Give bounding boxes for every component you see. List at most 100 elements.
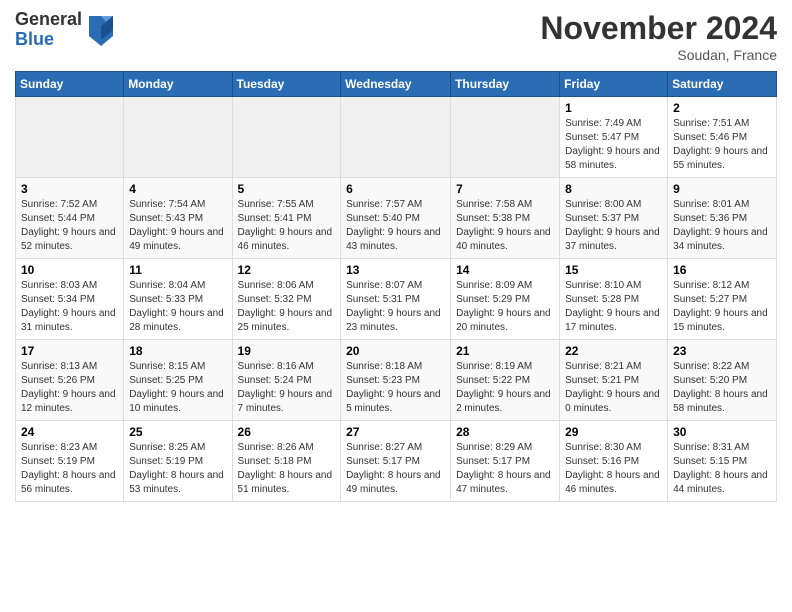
calendar-body: 1Sunrise: 7:49 AM Sunset: 5:47 PM Daylig…: [16, 97, 777, 502]
day-number: 17: [21, 344, 118, 358]
day-info: Sunrise: 8:21 AM Sunset: 5:21 PM Dayligh…: [565, 360, 662, 416]
logo-general: General: [15, 10, 82, 30]
col-friday: Friday: [560, 72, 668, 97]
calendar-cell: 23 Sunrise: 8:22 AM Sunset: 5:20 PM Dayli…: [668, 340, 777, 421]
col-wednesday: Wednesday: [341, 72, 451, 97]
page-header: General Blue November 2024 Soudan, Franc…: [15, 10, 777, 63]
calendar-cell: 15 Sunrise: 8:10 AM Sunset: 5:28 PM Dayli…: [560, 259, 668, 340]
calendar-cell: [16, 97, 124, 178]
logo: General Blue: [15, 10, 117, 50]
day-info: Sunrise: 7:51 AM Sunset: 5:46 PM Dayligh…: [673, 117, 771, 173]
day-info: Sunrise: 8:18 AM Sunset: 5:23 PM Dayligh…: [346, 360, 445, 416]
day-number: 22: [565, 344, 662, 358]
calendar-table: Sunday Monday Tuesday Wednesday Thursday…: [15, 71, 777, 502]
calendar-cell: 4Sunrise: 7:54 AM Sunset: 5:43 PM Daylig…: [124, 178, 232, 259]
col-thursday: Thursday: [451, 72, 560, 97]
day-number: 10: [21, 263, 118, 277]
calendar-cell: 1Sunrise: 7:49 AM Sunset: 5:47 PM Daylig…: [560, 97, 668, 178]
day-info: Sunrise: 7:57 AM Sunset: 5:40 PM Dayligh…: [346, 198, 445, 254]
day-number: 27: [346, 425, 445, 439]
day-number: 30: [673, 425, 771, 439]
day-info: Sunrise: 8:10 AM Sunset: 5:28 PM Dayligh…: [565, 279, 662, 335]
calendar-cell: 11 Sunrise: 8:04 AM Sunset: 5:33 PM Dayli…: [124, 259, 232, 340]
day-info: Sunrise: 8:04 AM Sunset: 5:33 PM Dayligh…: [129, 279, 226, 335]
calendar-cell: 10 Sunrise: 8:03 AM Sunset: 5:34 PM Dayli…: [16, 259, 124, 340]
calendar-cell: 20Sunrise: 8:18 AM Sunset: 5:23 PM Dayli…: [341, 340, 451, 421]
day-number: 13: [346, 263, 445, 277]
calendar-cell: 24 Sunrise: 8:23 AM Sunset: 5:19 PM Dayli…: [16, 421, 124, 502]
calendar-cell: 25 Sunrise: 8:25 AM Sunset: 5:19 PM Dayli…: [124, 421, 232, 502]
col-tuesday: Tuesday: [232, 72, 341, 97]
day-info: Sunrise: 8:25 AM Sunset: 5:19 PM Dayligh…: [129, 441, 226, 497]
location: Soudan, France: [540, 47, 777, 63]
calendar-week-1: 1Sunrise: 7:49 AM Sunset: 5:47 PM Daylig…: [16, 97, 777, 178]
calendar-cell: 16 Sunrise: 8:12 AM Sunset: 5:27 PM Dayli…: [668, 259, 777, 340]
calendar-cell: 9 Sunrise: 8:01 AM Sunset: 5:36 PM Daylig…: [668, 178, 777, 259]
calendar-cell: 13 Sunrise: 8:07 AM Sunset: 5:31 PM Dayli…: [341, 259, 451, 340]
day-info: Sunrise: 8:06 AM Sunset: 5:32 PM Dayligh…: [238, 279, 336, 335]
day-info: Sunrise: 8:12 AM Sunset: 5:27 PM Dayligh…: [673, 279, 771, 335]
calendar-cell: 21 Sunrise: 8:19 AM Sunset: 5:22 PM Dayli…: [451, 340, 560, 421]
day-info: Sunrise: 8:07 AM Sunset: 5:31 PM Dayligh…: [346, 279, 445, 335]
day-number: 5: [238, 182, 336, 196]
calendar-cell: 19Sunrise: 8:16 AM Sunset: 5:24 PM Dayli…: [232, 340, 341, 421]
day-info: Sunrise: 8:19 AM Sunset: 5:22 PM Dayligh…: [456, 360, 554, 416]
month-title: November 2024: [540, 10, 777, 47]
day-number: 2: [673, 101, 771, 115]
day-number: 26: [238, 425, 336, 439]
calendar-week-5: 24 Sunrise: 8:23 AM Sunset: 5:19 PM Dayli…: [16, 421, 777, 502]
calendar-cell: 28 Sunrise: 8:29 AM Sunset: 5:17 PM Dayli…: [451, 421, 560, 502]
calendar-cell: 17 Sunrise: 8:13 AM Sunset: 5:26 PM Dayli…: [16, 340, 124, 421]
day-info: Sunrise: 7:52 AM Sunset: 5:44 PM Dayligh…: [21, 198, 118, 254]
day-info: Sunrise: 8:27 AM Sunset: 5:17 PM Dayligh…: [346, 441, 445, 497]
day-number: 12: [238, 263, 336, 277]
day-number: 28: [456, 425, 554, 439]
logo-blue: Blue: [15, 30, 82, 50]
calendar-cell: 18Sunrise: 8:15 AM Sunset: 5:25 PM Dayli…: [124, 340, 232, 421]
calendar-cell: 29 Sunrise: 8:30 AM Sunset: 5:16 PM Dayli…: [560, 421, 668, 502]
day-number: 9: [673, 182, 771, 196]
calendar-week-2: 3Sunrise: 7:52 AM Sunset: 5:44 PM Daylig…: [16, 178, 777, 259]
calendar-cell: 2 Sunrise: 7:51 AM Sunset: 5:46 PM Daylig…: [668, 97, 777, 178]
day-info: Sunrise: 7:58 AM Sunset: 5:38 PM Dayligh…: [456, 198, 554, 254]
logo-text: General Blue: [15, 10, 82, 50]
calendar-cell: 5 Sunrise: 7:55 AM Sunset: 5:41 PM Daylig…: [232, 178, 341, 259]
day-info: Sunrise: 8:03 AM Sunset: 5:34 PM Dayligh…: [21, 279, 118, 335]
day-number: 14: [456, 263, 554, 277]
day-info: Sunrise: 7:55 AM Sunset: 5:41 PM Dayligh…: [238, 198, 336, 254]
day-number: 24: [21, 425, 118, 439]
day-number: 23: [673, 344, 771, 358]
calendar-cell: 30 Sunrise: 8:31 AM Sunset: 5:15 PM Dayli…: [668, 421, 777, 502]
day-info: Sunrise: 8:22 AM Sunset: 5:20 PM Dayligh…: [673, 360, 771, 416]
day-number: 4: [129, 182, 226, 196]
day-info: Sunrise: 8:31 AM Sunset: 5:15 PM Dayligh…: [673, 441, 771, 497]
day-number: 18: [129, 344, 226, 358]
col-sunday: Sunday: [16, 72, 124, 97]
day-info: Sunrise: 8:26 AM Sunset: 5:18 PM Dayligh…: [238, 441, 336, 497]
calendar-cell: 22 Sunrise: 8:21 AM Sunset: 5:21 PM Dayli…: [560, 340, 668, 421]
title-block: November 2024 Soudan, France: [540, 10, 777, 63]
calendar-cell: 7Sunrise: 7:58 AM Sunset: 5:38 PM Daylig…: [451, 178, 560, 259]
day-number: 29: [565, 425, 662, 439]
day-number: 11: [129, 263, 226, 277]
day-number: 25: [129, 425, 226, 439]
day-info: Sunrise: 8:30 AM Sunset: 5:16 PM Dayligh…: [565, 441, 662, 497]
day-info: Sunrise: 8:16 AM Sunset: 5:24 PM Dayligh…: [238, 360, 336, 416]
calendar-cell: [124, 97, 232, 178]
calendar-cell: 6Sunrise: 7:57 AM Sunset: 5:40 PM Daylig…: [341, 178, 451, 259]
day-number: 21: [456, 344, 554, 358]
calendar-cell: 8Sunrise: 8:00 AM Sunset: 5:37 PM Daylig…: [560, 178, 668, 259]
day-info: Sunrise: 8:09 AM Sunset: 5:29 PM Dayligh…: [456, 279, 554, 335]
page-container: General Blue November 2024 Soudan, Franc…: [0, 0, 792, 512]
day-number: 16: [673, 263, 771, 277]
day-number: 15: [565, 263, 662, 277]
day-info: Sunrise: 8:01 AM Sunset: 5:36 PM Dayligh…: [673, 198, 771, 254]
calendar-week-4: 17 Sunrise: 8:13 AM Sunset: 5:26 PM Dayli…: [16, 340, 777, 421]
calendar-cell: [451, 97, 560, 178]
day-info: Sunrise: 8:23 AM Sunset: 5:19 PM Dayligh…: [21, 441, 118, 497]
calendar-header-row: Sunday Monday Tuesday Wednesday Thursday…: [16, 72, 777, 97]
day-info: Sunrise: 8:29 AM Sunset: 5:17 PM Dayligh…: [456, 441, 554, 497]
day-info: Sunrise: 8:13 AM Sunset: 5:26 PM Dayligh…: [21, 360, 118, 416]
calendar-week-3: 10 Sunrise: 8:03 AM Sunset: 5:34 PM Dayli…: [16, 259, 777, 340]
col-saturday: Saturday: [668, 72, 777, 97]
